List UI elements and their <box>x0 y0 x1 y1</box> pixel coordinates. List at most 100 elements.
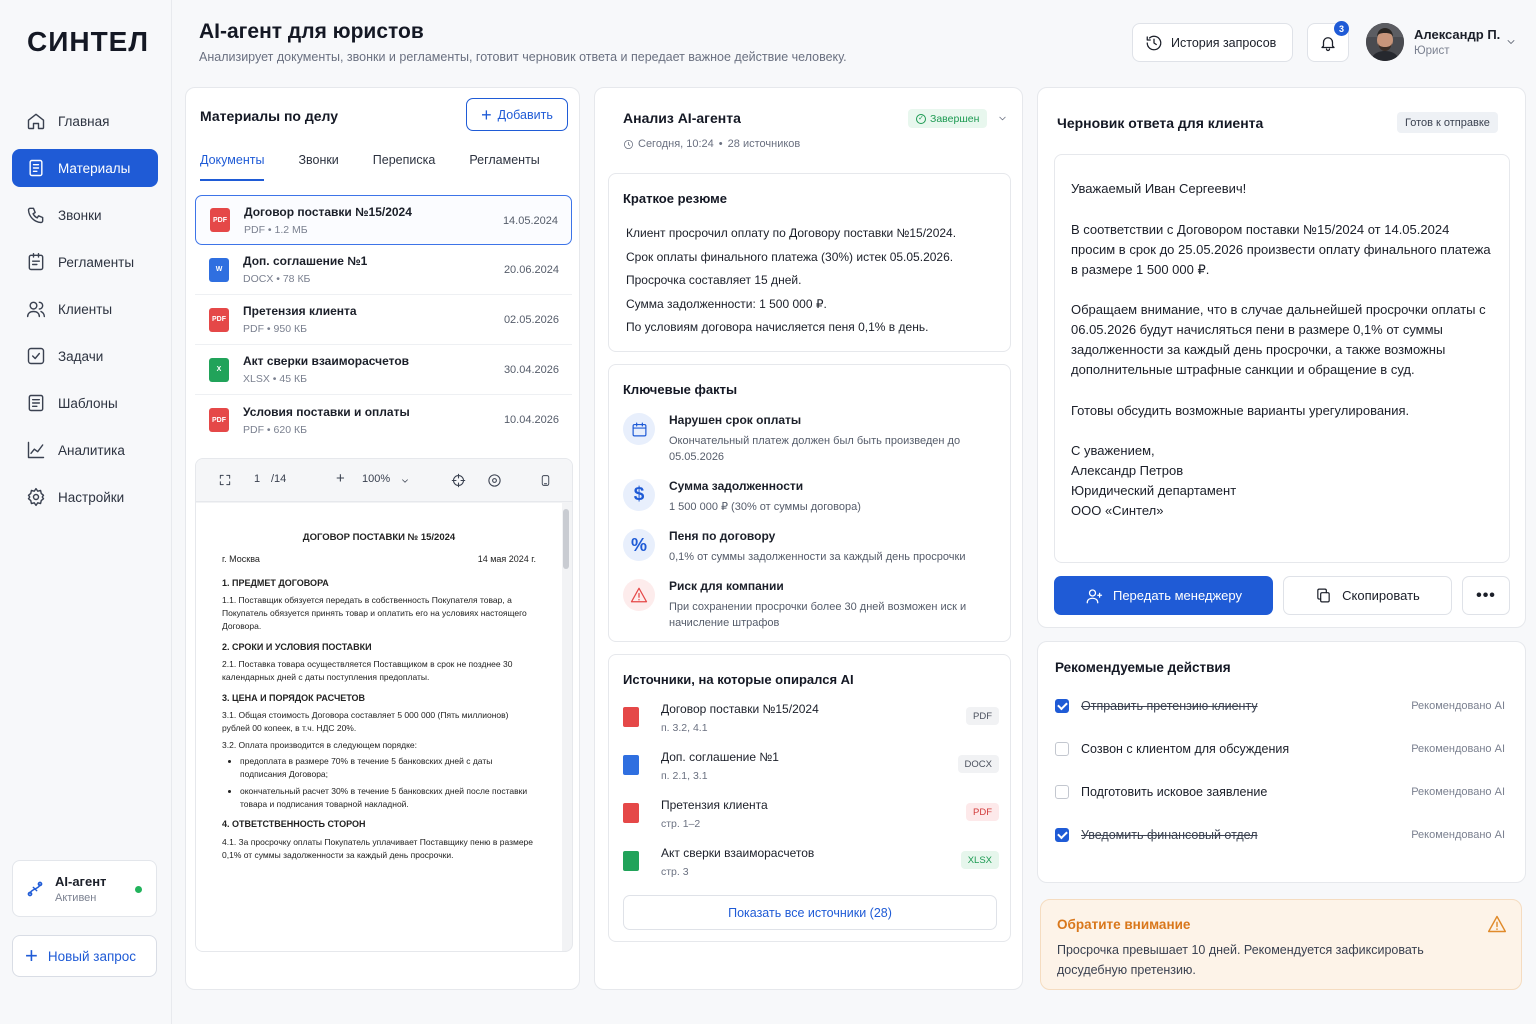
summary-title: Краткое резюме <box>623 191 727 206</box>
file-type-badge: PDF <box>966 707 999 725</box>
tasks-icon <box>27 347 45 365</box>
draft-letter-text[interactable]: Уважаемый Иван Сергеевич! В соответствии… <box>1054 154 1510 563</box>
source-item[interactable]: Акт сверки взаиморасчетов стр. 3 XLSX <box>623 846 999 878</box>
add-material-button[interactable]: + Добавить <box>466 98 568 131</box>
sidebar-item-tasks[interactable]: Задачи <box>12 337 158 375</box>
recommendation-item[interactable]: Подготовить исковое заявление Рекомендов… <box>1055 781 1505 803</box>
client-reply-draft-panel: Черновик ответа для клиента Готов к отпр… <box>1037 87 1526 628</box>
list-item[interactable]: PDF Договор поставки №15/2024 PDF • 1.2 … <box>195 195 572 245</box>
rotate-icon[interactable] <box>487 473 502 488</box>
recommendation-tag: Рекомендовано AI <box>1411 829 1505 841</box>
fit-page-icon[interactable] <box>218 473 232 487</box>
sidebar-item-calls[interactable]: Звонки <box>12 196 158 234</box>
sidebar-item-settings[interactable]: Настройки <box>12 478 158 516</box>
fact-desc: Окончательный платеж должен был быть про… <box>669 435 961 463</box>
plus-icon: + <box>25 943 38 968</box>
sidebar-item-materials[interactable]: Материалы <box>12 149 158 187</box>
pdf-file-icon: PDF <box>209 408 229 432</box>
sidebar-item-label: Шаблоны <box>58 395 118 411</box>
checkbox-checked[interactable] <box>1055 699 1069 713</box>
document-meta: XLSX • 45 КБ <box>243 373 307 385</box>
analytics-icon <box>27 441 45 459</box>
more-options-button[interactable]: ••• <box>1462 576 1510 615</box>
sidebar-item-label: Настройки <box>58 489 125 505</box>
show-all-sources-button[interactable]: Показать все источники (28) <box>623 895 997 930</box>
document-date: 20.06.2024 <box>503 264 559 276</box>
zoom-in-icon[interactable]: + <box>336 470 345 487</box>
recommendation-item[interactable]: Отправить претензию клиенту Рекомендован… <box>1055 695 1505 717</box>
recommendation-item[interactable]: Уведомить финансовый отдел Рекомендовано… <box>1055 824 1505 846</box>
recommendation-item[interactable]: Созвон с клиентом для обсуждения Рекомен… <box>1055 738 1505 760</box>
document-name: Претензия клиента <box>243 304 357 318</box>
source-item[interactable]: Доп. соглашение №1 п. 2.1, 3.1 DOCX <box>623 750 999 782</box>
letter-paragraph: Готовы обсудить возможные варианты урегу… <box>1071 402 1410 418</box>
list-item[interactable]: W Доп. соглашение №1 DOCX • 78 КБ 20.06.… <box>195 245 572 295</box>
send-to-manager-button[interactable]: Передать менеджеру <box>1054 576 1273 615</box>
analysis-sources-count: 28 источников <box>727 138 801 150</box>
sidebar-item-analytics[interactable]: Аналитика <box>12 431 158 469</box>
materials-title: Материалы по делу <box>200 108 339 124</box>
ai-agent-status-card[interactable]: AI-агент Активен <box>12 860 157 917</box>
source-name: Акт сверки взаиморасчетов <box>661 846 815 860</box>
summary-text: Клиент просрочил оплату по Договору пост… <box>626 222 956 340</box>
document-name: Акт сверки взаиморасчетов <box>243 354 410 368</box>
fact-item: Нарушен срок оплаты Окончательный платеж … <box>623 413 989 465</box>
download-icon[interactable] <box>539 473 552 488</box>
warning-icon <box>623 579 655 611</box>
tab-regulations[interactable]: Регламенты <box>469 153 539 181</box>
document-date: 10.04.2026 <box>503 414 559 426</box>
sidebar-item-clients[interactable]: Клиенты <box>12 290 158 328</box>
fact-desc: 0,1% от суммы задолженности за каждый де… <box>669 551 966 563</box>
tab-calls[interactable]: Звонки <box>298 153 338 181</box>
alert-text: Просрочка превышает 10 дней. Рекомендует… <box>1057 943 1424 977</box>
letter-signature-line: ООО «Синтел» <box>1071 503 1164 518</box>
checkbox[interactable] <box>1055 742 1069 756</box>
new-request-label: Новый запрос <box>47 948 137 964</box>
checkbox[interactable] <box>1055 785 1069 799</box>
fact-desc: При сохранении просрочки более 30 дней в… <box>669 601 967 629</box>
sidebar-item-templates[interactable]: Шаблоны <box>12 384 158 422</box>
check-circle-icon: ✓ <box>916 113 926 124</box>
file-type-badge: XLSX <box>960 851 999 869</box>
tab-correspondence[interactable]: Переписка <box>373 153 436 181</box>
sidebar-item-home[interactable]: Главная <box>12 102 158 140</box>
user-name: Александр П. <box>1414 27 1501 42</box>
source-item[interactable]: Претензия клиента стр. 1–2 PDF <box>623 798 999 830</box>
copy-button[interactable]: Скопировать <box>1283 576 1452 615</box>
bell-icon <box>1321 36 1335 51</box>
viewer-scrollbar[interactable] <box>563 509 569 569</box>
document-viewer: 1 /14 + 100% ДОГОВОР ПОСТАВКИ № 15/2024 … <box>195 458 573 952</box>
pdf-file-icon: PDF <box>209 307 229 332</box>
avatar[interactable] <box>1366 23 1404 61</box>
tab-documents[interactable]: Документы <box>200 153 265 181</box>
list-item[interactable]: PDF Условия поставки и оплаты PDF • 620 … <box>195 395 572 445</box>
document-meta: PDF • 950 КБ <box>243 323 307 335</box>
page-number-input[interactable]: 1 <box>254 473 260 485</box>
checkbox-checked[interactable] <box>1055 828 1069 842</box>
chevron-down-icon[interactable] <box>997 113 1008 124</box>
fact-title: Пеня по договору <box>669 529 776 543</box>
crosshair-icon[interactable] <box>451 473 466 488</box>
sources-card: Источники, на которые опирался AI Догово… <box>608 654 1011 942</box>
zoom-level[interactable]: 100% <box>362 473 390 485</box>
document-date: 02.05.2026 <box>503 314 559 326</box>
app-logo[interactable]: СИНТЕЛ <box>27 26 149 58</box>
request-history-button[interactable]: История запросов <box>1132 23 1293 62</box>
recommendation-label: Уведомить финансовый отдел <box>1081 828 1258 842</box>
plus-icon: + <box>481 104 492 125</box>
sidebar-item-regulations[interactable]: Регламенты <box>12 243 158 281</box>
chevron-down-icon[interactable] <box>1505 36 1517 48</box>
chevron-down-icon[interactable] <box>400 476 410 486</box>
sidebar-item-label: Аналитика <box>58 442 125 458</box>
recommendation-tag: Рекомендовано AI <box>1411 786 1505 798</box>
new-request-button[interactable]: + Новый запрос <box>12 935 157 977</box>
list-item[interactable]: PDF Претензия клиента PDF • 950 КБ 02.05… <box>195 295 572 345</box>
file-type-badge: PDF <box>966 803 999 821</box>
attention-alert: Обратите внимание Просрочка превышает 10… <box>1040 899 1522 990</box>
ai-agent-title: AI-агент <box>55 873 107 889</box>
source-item[interactable]: Договор поставки №15/2024 п. 3.2, 4.1 PDF <box>623 702 999 734</box>
request-history-label: История запросов <box>1171 35 1277 50</box>
pdf-file-icon: PDF <box>210 208 230 232</box>
list-item[interactable]: X Акт сверки взаиморасчетов XLSX • 45 КБ… <box>195 345 572 395</box>
copy-icon <box>1317 588 1330 603</box>
